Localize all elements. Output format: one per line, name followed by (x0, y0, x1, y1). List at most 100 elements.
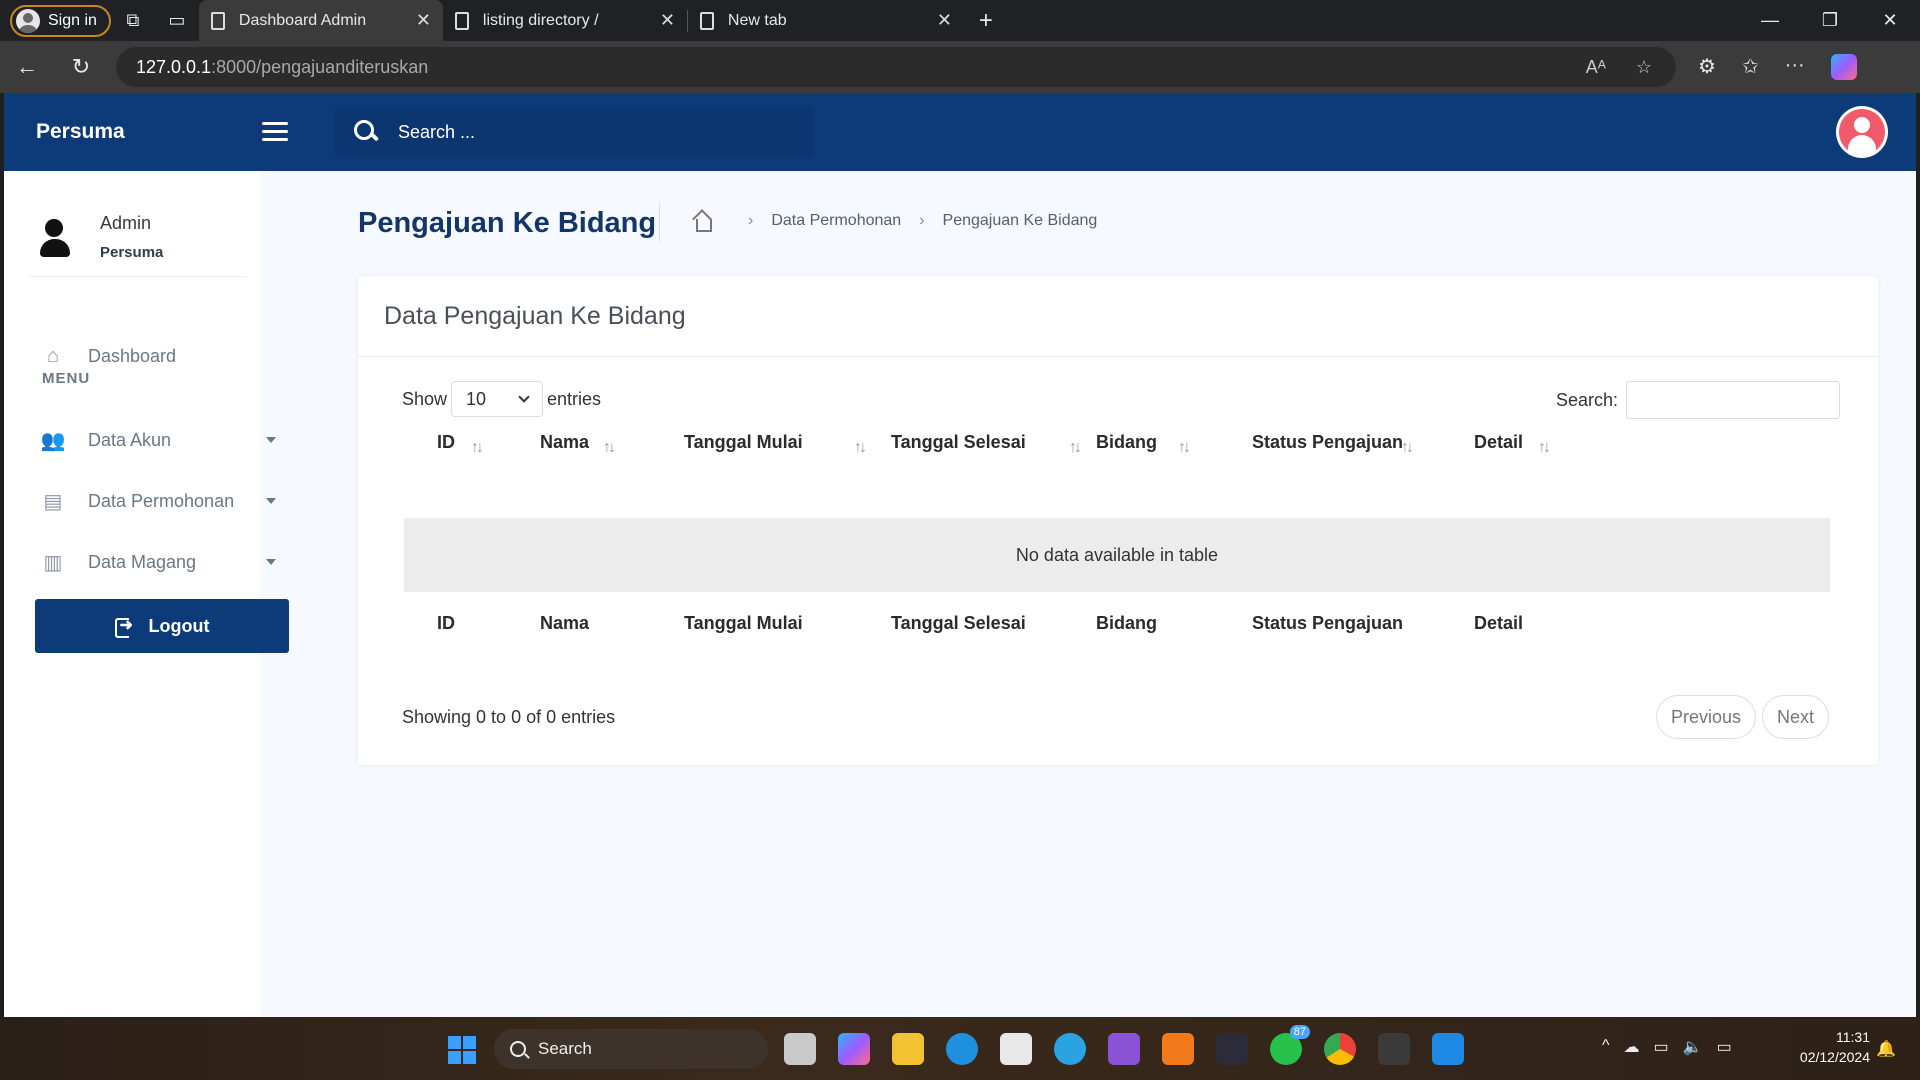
notification-bell-icon[interactable]: 🔔 (1876, 1039, 1896, 1059)
sort-icon[interactable]: ↑↓ (1538, 439, 1551, 457)
task-view-icon[interactable] (784, 1033, 816, 1065)
sort-icon[interactable]: ↑↓ (471, 439, 484, 457)
onedrive-cloud-icon[interactable]: ☁ (1624, 1037, 1640, 1057)
close-tab-icon[interactable]: ✕ (416, 10, 431, 31)
hamburger-menu-icon[interactable] (262, 122, 288, 142)
sign-in-button[interactable]: Sign in (10, 4, 111, 37)
page-title: Pengajuan Ke Bidang (358, 207, 657, 239)
sidebar-item-dashboard[interactable]: ⌂ Dashboard (40, 341, 176, 371)
menu-section-title: MENU (42, 370, 91, 387)
back-arrow-icon[interactable]: ← (0, 54, 54, 80)
read-aloud-icon[interactable]: Aᴬ (1586, 57, 1606, 78)
previous-button[interactable]: Previous (1656, 695, 1757, 739)
sort-icon[interactable]: ↑↓ (1401, 439, 1414, 457)
sort-icon[interactable]: ↑↓ (1178, 439, 1191, 457)
sign-in-label: Sign in (48, 11, 97, 29)
bar-chart-icon: ▥ (43, 551, 63, 574)
battery-icon[interactable]: ▭ (1717, 1037, 1732, 1057)
volume-icon[interactable]: 🔈 (1683, 1037, 1703, 1057)
microsoft-store-icon[interactable] (1000, 1033, 1032, 1065)
file-explorer-icon[interactable] (892, 1033, 924, 1065)
profile-name: Admin (100, 213, 152, 233)
column-header-bidang[interactable]: Bidang (1096, 432, 1157, 453)
top-search-bar[interactable]: Search ... (334, 107, 814, 157)
sort-icon[interactable]: ↑↓ (854, 439, 867, 457)
favorites-icon[interactable]: ✩ (1742, 54, 1759, 80)
network-icon[interactable]: ▭ (1654, 1037, 1669, 1057)
column-header-status-pengajuan[interactable]: Status Pengajuan (1252, 432, 1403, 453)
minimize-icon[interactable]: — (1740, 10, 1800, 31)
more-menu-icon[interactable]: ··· (1785, 54, 1805, 80)
url-field[interactable]: i 127.0.0.1 :8000/pengajuanditeruskan Aᴬ… (44, 47, 1676, 492)
taskbar-apps: 87 (784, 1025, 1464, 1065)
address-bar-row: ← ↻ i 127.0.0.1 :8000/pengajuanditeruska… (0, 41, 1920, 492)
close-tab-icon[interactable]: ✕ (660, 10, 675, 31)
new-tab-plus-icon[interactable]: + (964, 0, 1008, 41)
search-icon (510, 1041, 526, 1057)
chrome-icon[interactable] (1324, 1033, 1356, 1065)
sidebar-item-data-akun[interactable]: 👥 Data Akun (40, 425, 276, 455)
copilot-icon[interactable] (1830, 54, 1857, 80)
next-button[interactable]: Next (1762, 695, 1830, 739)
taskbar-search[interactable]: Search (494, 1029, 768, 1069)
entries-value: 10 (466, 388, 487, 409)
new-tab-page-icon (699, 11, 714, 30)
favorite-star-icon[interactable]: ☆ (1636, 57, 1652, 78)
table-search-input[interactable] (1626, 381, 1841, 419)
telegram-icon[interactable] (1054, 1033, 1086, 1065)
entries-select[interactable]: 10 (451, 381, 544, 417)
tab-title: New tab (727, 11, 787, 29)
window-close-icon[interactable]: ✕ (1860, 10, 1920, 31)
breadcrumb-current: Pengajuan Ke Bidang (942, 212, 1098, 229)
xampp-icon[interactable] (1162, 1033, 1194, 1065)
tab-listing-directory[interactable]: listing directory / ✕ (443, 0, 687, 41)
sort-icon[interactable]: ↑↓ (603, 439, 616, 457)
restore-icon[interactable]: ❐ (1800, 10, 1860, 31)
sidebar-item-data-permohonan[interactable]: ▤ Data Permohonan (40, 486, 276, 516)
tab-actions-icon[interactable]: ▭ (155, 0, 199, 41)
terminal-icon[interactable] (1378, 1033, 1410, 1065)
tab-dashboard-admin[interactable]: Dashboard Admin ✕ (198, 0, 443, 41)
column-header-detail[interactable]: Detail (1474, 432, 1523, 453)
browser-tab-bar: Sign in ⧉ ▭ Dashboard Admin ✕ listing di… (0, 0, 1920, 41)
breadcrumb: › Data Permohonan › Pengajuan Ke Bidang (692, 211, 1098, 232)
search-label: Search: (1556, 389, 1619, 410)
vscode-icon[interactable] (1432, 1033, 1464, 1065)
brand-logo[interactable]: Persuma (36, 120, 262, 144)
card-title: Data Pengajuan Ke Bidang (358, 276, 1878, 357)
screen-recorder-icon[interactable] (1216, 1033, 1248, 1065)
breadcrumb-home-icon[interactable] (692, 211, 712, 232)
home-icon: ⌂ (46, 344, 60, 367)
tab-new-tab[interactable]: New tab ✕ (688, 0, 964, 41)
edge-browser-icon[interactable] (946, 1033, 978, 1065)
notification-badge: 87 (1289, 1025, 1310, 1039)
close-tab-icon[interactable]: ✕ (937, 10, 952, 31)
column-header-tanggal-mulai[interactable]: Tanggal Mulai (684, 432, 803, 453)
breadcrumb-data-permohonan[interactable]: Data Permohonan (771, 212, 901, 230)
column-header-nama[interactable]: Nama (540, 432, 589, 453)
profile-avatar-icon (16, 8, 40, 33)
podcast-app-icon[interactable] (1108, 1033, 1140, 1065)
entries-label: entries (547, 388, 602, 409)
logout-button[interactable]: Logout (35, 599, 289, 653)
extensions-icon[interactable]: ⚙ (1698, 54, 1716, 80)
logout-label: Logout (148, 615, 210, 636)
system-clock[interactable]: 11:31 02/12/2024 (1774, 1027, 1870, 1067)
sort-icon[interactable]: ↑↓ (1069, 439, 1082, 457)
clock-time: 11:31 (1836, 1029, 1870, 1045)
chevron-up-icon[interactable]: ^ (1602, 1037, 1610, 1057)
windows-start-icon[interactable] (448, 1036, 476, 1064)
column-header-tanggal-selesai[interactable]: Tanggal Selesai (891, 432, 1026, 453)
sidebar-item-data-magang[interactable]: ▥ Data Magang (40, 547, 276, 577)
workspaces-icon[interactable]: ⧉ (111, 0, 155, 41)
copilot-app-icon[interactable] (838, 1033, 870, 1065)
sign-out-icon (114, 615, 135, 638)
reload-icon[interactable]: ↻ (54, 54, 108, 80)
whatsapp-icon[interactable]: 87 (1270, 1025, 1310, 1065)
sidebar-item-label: Data Magang (88, 551, 197, 572)
page-icon (454, 11, 469, 30)
column-footer-tanggal-mulai: Tanggal Mulai (684, 613, 803, 633)
column-header-id[interactable]: ID (437, 432, 455, 453)
user-avatar[interactable] (1836, 106, 1888, 158)
search-icon (354, 120, 378, 144)
